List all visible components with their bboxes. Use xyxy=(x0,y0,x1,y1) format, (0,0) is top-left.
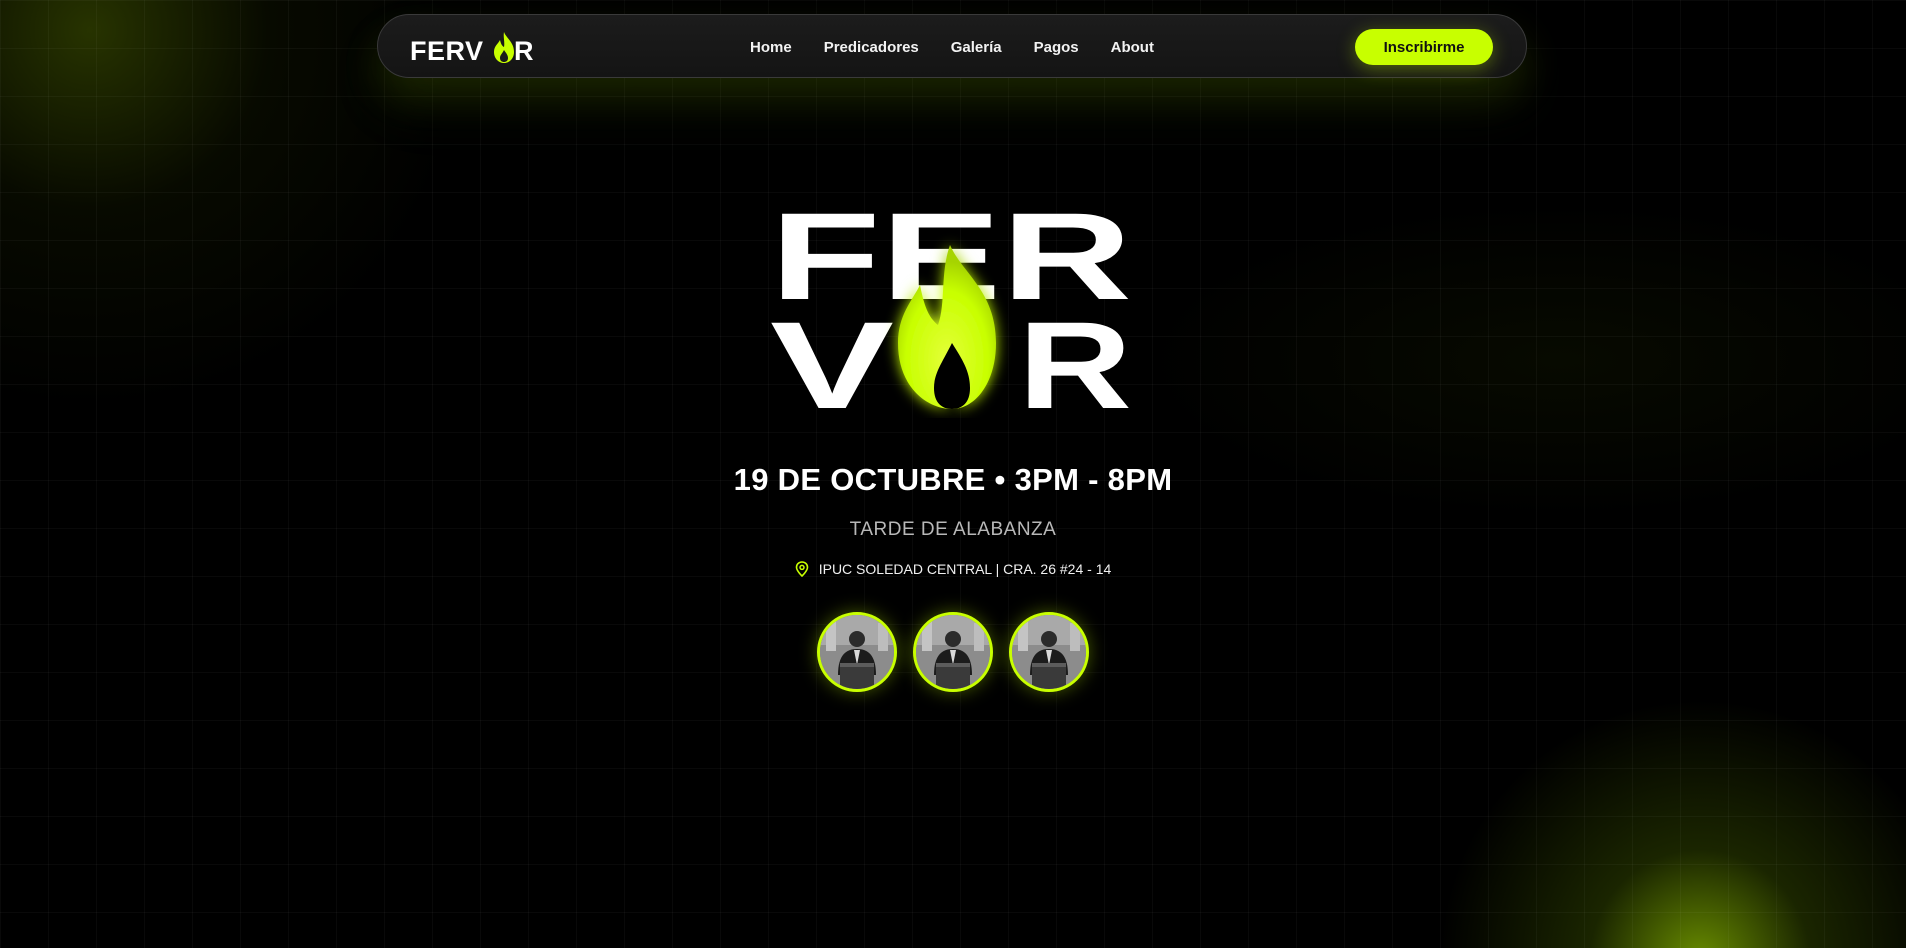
inscribirme-button[interactable]: Inscribirme xyxy=(1355,29,1493,65)
speaker-photo xyxy=(820,615,894,689)
nav-links: Home Predicadores Galería Pagos About xyxy=(378,15,1526,79)
svg-text:R: R xyxy=(1018,297,1132,418)
speaker-avatar[interactable] xyxy=(1009,612,1089,692)
svg-text:V: V xyxy=(770,297,894,418)
speaker-photo xyxy=(916,615,990,689)
speaker-avatar[interactable] xyxy=(817,612,897,692)
event-location: IPUC SOLEDAD CENTRAL | CRA. 26 #24 - 14 xyxy=(0,561,1906,577)
nav-link-predicadores[interactable]: Predicadores xyxy=(824,39,919,56)
nav-link-home[interactable]: Home xyxy=(750,39,792,56)
page: FERV R Home Predicadores Galería Pagos A… xyxy=(0,0,1906,948)
event-subtitle: TARDE DE ALABANZA xyxy=(849,519,1057,540)
speaker-photo xyxy=(1012,615,1086,689)
event-date-time: 19 DE OCTUBRE • 3PM - 8PM xyxy=(733,462,1173,497)
speaker-avatar[interactable] xyxy=(913,612,993,692)
nav-link-pagos[interactable]: Pagos xyxy=(1034,39,1079,56)
nav-link-about[interactable]: About xyxy=(1111,39,1154,56)
fervor-hero-logo: FER V R xyxy=(770,193,1132,418)
speakers-row xyxy=(0,612,1906,692)
navbar: FERV R Home Predicadores Galería Pagos A… xyxy=(377,14,1527,78)
map-pin-icon xyxy=(795,561,809,577)
location-text: IPUC SOLEDAD CENTRAL | CRA. 26 #24 - 14 xyxy=(818,561,1112,577)
nav-link-galeria[interactable]: Galería xyxy=(951,39,1002,56)
